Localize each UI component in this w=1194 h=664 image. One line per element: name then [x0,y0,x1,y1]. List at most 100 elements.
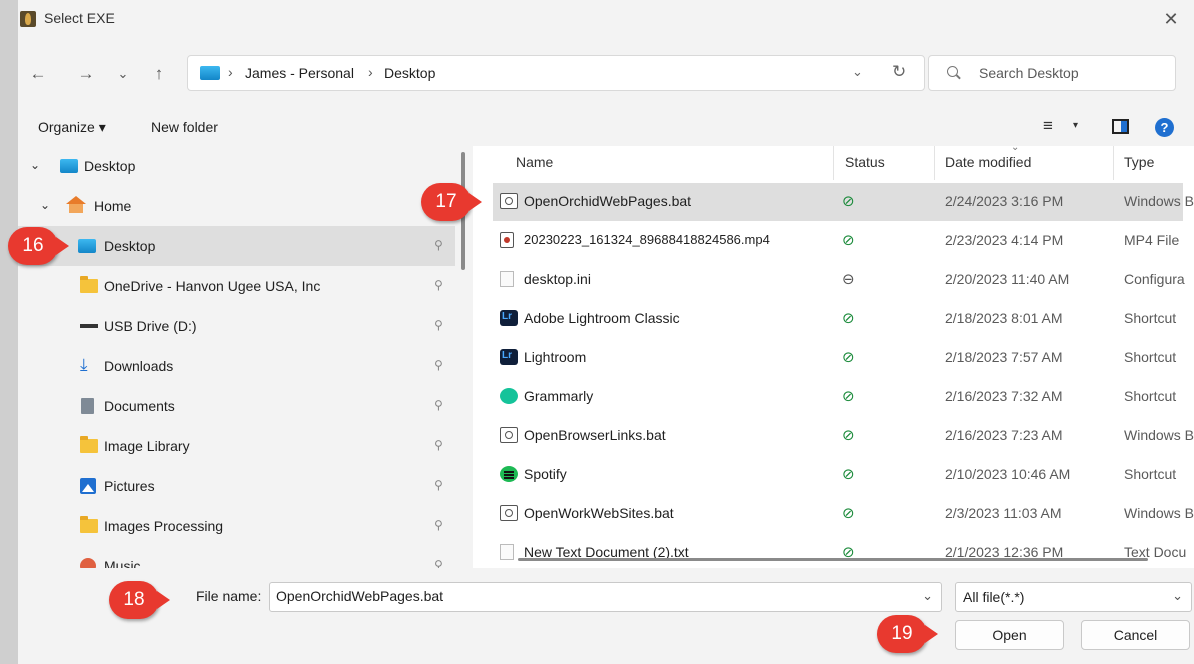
file-type: Windows B [1124,193,1194,209]
file-type: Windows B [1124,505,1194,521]
column-divider[interactable] [1113,146,1114,180]
tree-item-usb-drive[interactable]: USB Drive (D:) ⚲ [18,306,455,346]
column-divider[interactable] [934,146,935,180]
file-name-label: File name: [196,588,262,604]
pin-icon[interactable]: ⚲ [434,478,443,492]
file-row-new-text-document[interactable]: New Text Document (2).txt ⊘ 2/1/2023 12:… [493,534,1186,568]
back-button[interactable]: ← [24,62,52,86]
file-type: Configura [1124,271,1185,287]
file-date: 2/24/2023 3:16 PM [945,193,1064,209]
help-icon[interactable]: ? [1155,118,1174,137]
open-button[interactable]: Open [955,620,1064,650]
cancel-button[interactable]: Cancel [1081,620,1190,650]
command-toolbar: Organize ▾ New folder ≡ ▾ ? [18,108,1194,146]
file-name-input[interactable] [276,588,916,604]
chevron-down-icon[interactable]: ⌄ [30,158,40,172]
tree-item-images-processing[interactable]: Images Processing ⚲ [18,506,455,546]
callout-badge-19: 19 [877,615,938,653]
file-type-select[interactable]: All file(*.*) ⌄ [955,582,1192,612]
file-row-mp4[interactable]: 20230223_161324_89688418824586.mp4 ⊘ 2/2… [493,222,1183,260]
spotify-icon [500,466,518,482]
file-row-openworkwebsites[interactable]: OpenWorkWebSites.bat ⊘ 2/3/2023 11:03 AM… [493,495,1194,533]
tree-item-home[interactable]: ⌄ Home [18,186,455,226]
column-header-type[interactable]: Type [1124,154,1154,170]
pin-icon[interactable]: ⚲ [434,358,443,372]
close-button[interactable]: ✕ [1148,0,1194,38]
file-date: 2/18/2023 7:57 AM [945,349,1063,365]
folder-icon [80,516,98,533]
tree-item-label: Documents [104,398,175,414]
breadcrumb-desktop[interactable]: Desktop [384,65,435,81]
ini-file-icon [500,271,514,287]
file-name: OpenOrchidWebPages.bat [524,193,692,209]
refresh-button[interactable]: ↻ [892,62,906,82]
pin-icon[interactable]: ⚲ [434,318,443,332]
column-header-date-modified[interactable]: Date modified [945,154,1031,170]
sync-status-icon: ⊘ [842,232,855,249]
file-type: Shortcut [1124,349,1177,365]
new-folder-button[interactable]: New folder [151,119,218,135]
view-options-dropdown[interactable]: ▾ [1073,120,1078,131]
documents-icon [81,398,94,414]
file-row-openorchidwebpages[interactable]: OpenOrchidWebPages.bat ⊘ 2/24/2023 3:16 … [493,183,1194,221]
sync-status-icon: ⊘ [842,193,855,210]
file-name: Spotify [524,466,567,482]
preview-pane-icon[interactable] [1112,119,1129,134]
file-row-desktop-ini[interactable]: desktop.ini ⊖ 2/20/2023 11:40 AM Configu… [493,261,1185,299]
address-history-dropdown[interactable]: ⌄ [852,64,863,80]
breadcrumb-separator: › [368,64,373,80]
folder-icon [80,276,98,293]
tree-item-label: Downloads [104,358,174,374]
tree-item-downloads[interactable]: ⤓ Downloads ⚲ [18,346,455,386]
file-row-spotify[interactable]: Spotify ⊘ 2/10/2023 10:46 AM Shortcut [493,456,1183,494]
file-date: 2/18/2023 8:01 AM [945,310,1063,326]
file-row-lightroom-classic[interactable]: Adobe Lightroom Classic ⊘ 2/18/2023 8:01… [493,300,1183,338]
tree-item-image-library[interactable]: Image Library ⚲ [18,426,455,466]
address-bar[interactable]: › James - Personal › Desktop ⌄ ↻ [187,55,925,91]
column-header-name[interactable]: Name [516,154,553,170]
sync-status-icon: ⊘ [842,427,855,444]
file-row-lightroom[interactable]: Lightroom ⊘ 2/18/2023 7:57 AM Shortcut [493,339,1183,377]
tree-item-documents[interactable]: Documents ⚲ [18,386,455,426]
callout-badge-18: 18 [109,581,170,619]
navigation-pane: ⌄ Desktop ⌄ Home Desktop ⚲ OneDrive - Ha… [18,146,455,568]
breadcrumb-james-personal[interactable]: James - Personal [245,65,354,81]
up-button[interactable]: ↑ [145,62,173,86]
search-input[interactable]: Search Desktop [979,65,1079,81]
view-options-icon[interactable]: ≡ [1043,116,1053,136]
tree-item-music[interactable]: Music ⚲ [18,546,455,568]
file-type-value: All file(*.*) [963,589,1025,605]
tree-item-onedrive[interactable]: OneDrive - Hanvon Ugee USA, Inc ⚲ [18,266,455,306]
file-row-grammarly[interactable]: Grammarly ⊘ 2/16/2023 7:32 AM Shortcut [493,378,1183,416]
file-name-dropdown-icon[interactable]: ⌄ [922,588,933,604]
column-divider[interactable] [833,146,834,180]
file-name-field[interactable]: ⌄ [269,582,942,612]
tree-item-pictures[interactable]: Pictures ⚲ [18,466,455,506]
sync-status-icon: ⊘ [842,349,855,366]
tree-item-label: Music [104,558,141,568]
forward-button[interactable]: → [72,62,100,86]
organize-button[interactable]: Organize ▾ [38,119,106,136]
tree-item-desktop-root[interactable]: ⌄ Desktop [18,146,455,186]
tree-item-desktop[interactable]: Desktop ⚲ [18,226,455,266]
chevron-down-icon[interactable]: ⌄ [1172,588,1183,604]
file-list-horizontal-scrollbar[interactable] [518,558,1148,561]
tree-item-label: Desktop [104,238,156,254]
column-header-status[interactable]: Status [845,154,885,170]
recent-locations-button[interactable]: ⌄ [109,62,137,86]
desktop-icon [78,239,96,253]
navigation-bar: ← → ⌄ ↑ › James - Personal › Desktop ⌄ ↻… [18,38,1194,108]
pin-icon[interactable]: ⚲ [434,238,443,252]
pin-icon[interactable]: ⚲ [434,438,443,452]
pin-icon[interactable]: ⚲ [434,558,443,568]
file-name: OpenBrowserLinks.bat [524,427,666,443]
chevron-down-icon[interactable]: ⌄ [40,198,50,212]
pin-icon[interactable]: ⚲ [434,278,443,292]
file-type: Shortcut [1124,466,1177,482]
pin-icon[interactable]: ⚲ [434,518,443,532]
search-icon [947,66,958,77]
pin-icon[interactable]: ⚲ [434,398,443,412]
file-row-openbrowserlinks[interactable]: OpenBrowserLinks.bat ⊘ 2/16/2023 7:23 AM… [493,417,1194,455]
usb-drive-icon [80,324,98,328]
search-box[interactable]: Search Desktop [928,55,1176,91]
